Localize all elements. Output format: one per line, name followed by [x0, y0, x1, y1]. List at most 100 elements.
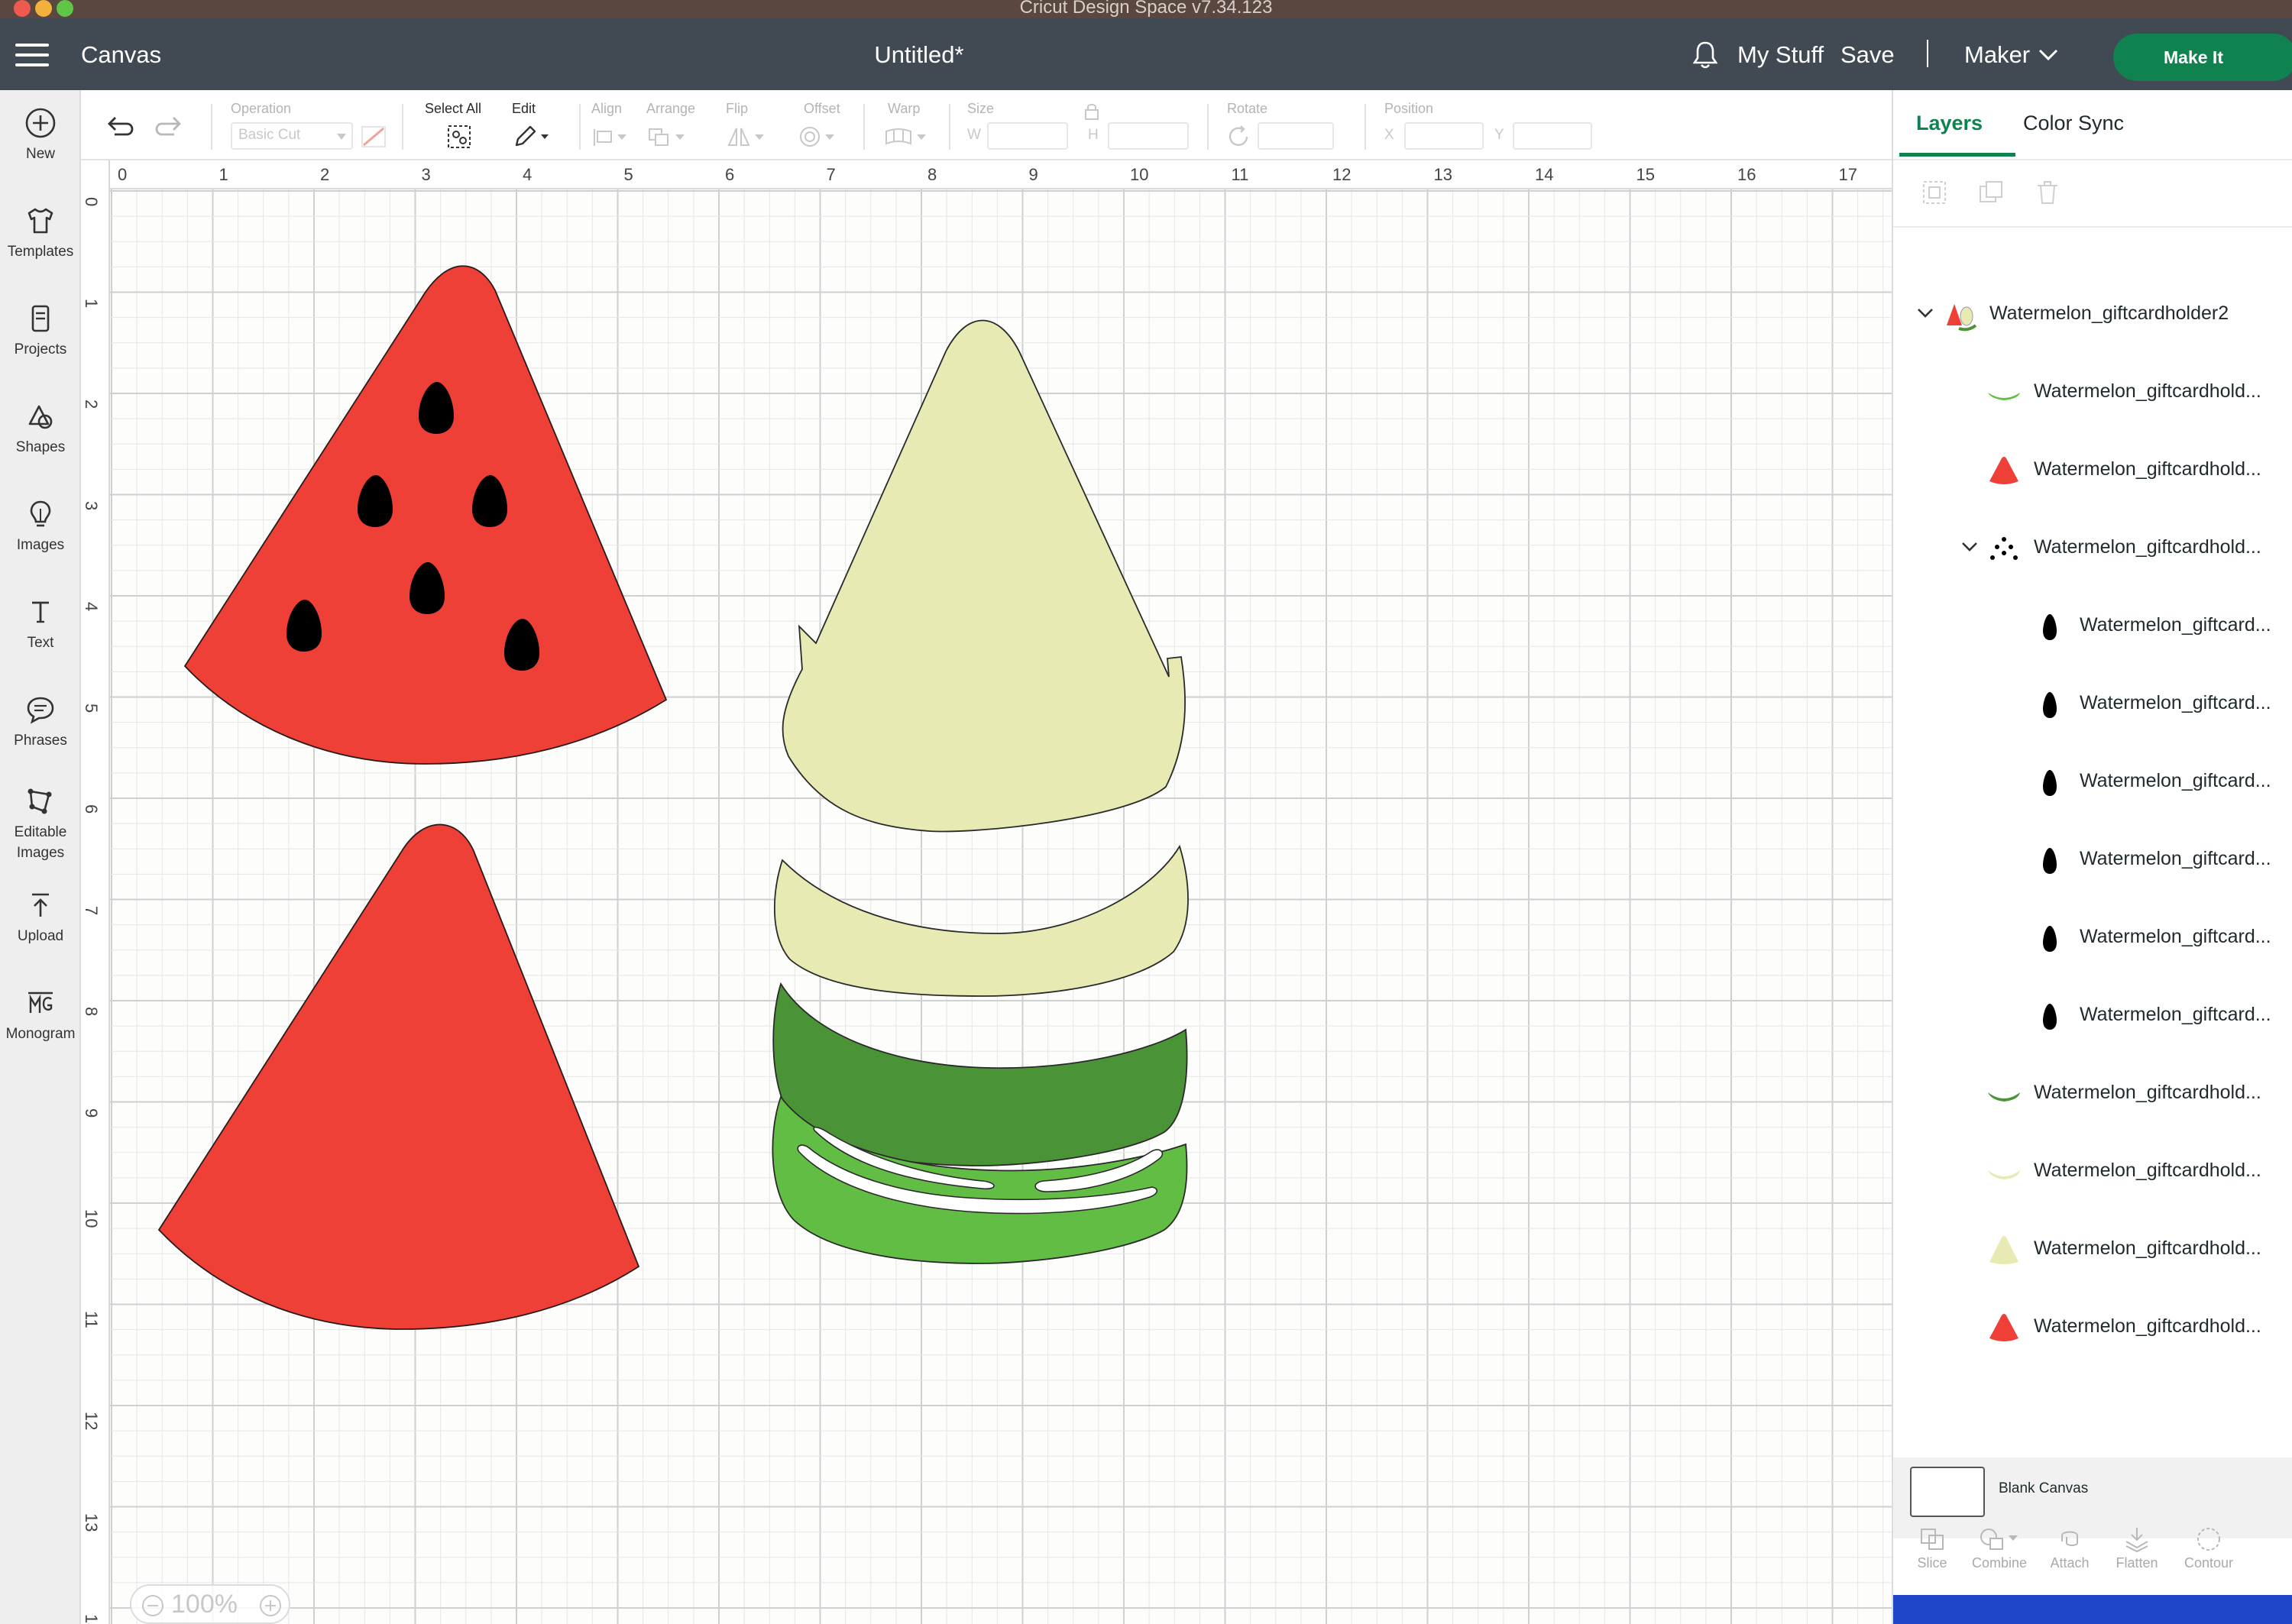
duplicate-icon[interactable] — [1977, 179, 2005, 206]
combine-button[interactable]: Combine — [1965, 1526, 2034, 1571]
contour-button[interactable]: Contour — [2174, 1526, 2243, 1571]
toolbar-separator — [863, 104, 865, 150]
notification-bell-icon[interactable] — [1691, 40, 1720, 70]
ruler-y-label: 5 — [82, 703, 101, 713]
layer-row[interactable]: Watermelon_giftcard... — [1893, 978, 2292, 1056]
layer-row[interactable]: Watermelon_giftcardhold... — [1893, 1134, 2292, 1212]
machine-selector[interactable]: Maker — [1964, 41, 2030, 69]
group-icon[interactable] — [1921, 179, 1948, 206]
layer-name: Watermelon_giftcardholder2 — [1989, 302, 2229, 324]
attach-label: Attach — [2050, 1555, 2090, 1571]
attach-button[interactable]: Attach — [2035, 1526, 2104, 1571]
layer-name: Watermelon_giftcard... — [2080, 926, 2271, 947]
ruler-y-label: 11 — [82, 1310, 101, 1328]
make-it-button[interactable]: Make It — [2113, 34, 2292, 81]
layer-row[interactable]: Watermelon_giftcardholder2 — [1893, 277, 2292, 354]
ruler-x-label: 17 — [1838, 165, 1857, 184]
chevron-down-icon[interactable] — [1960, 541, 1979, 553]
height-input[interactable] — [1108, 122, 1189, 150]
nav-text[interactable]: Text — [0, 596, 81, 653]
nav-monogram[interactable]: Monogram — [0, 987, 81, 1044]
arrange-group[interactable]: Arrange — [646, 90, 707, 160]
zoom-out-icon[interactable] — [141, 1593, 165, 1618]
nav-editable-images[interactable]: Editable Images — [0, 785, 81, 863]
nav-templates[interactable]: Templates — [0, 205, 81, 262]
offset-group[interactable]: Offset — [798, 90, 851, 160]
trash-icon[interactable] — [2034, 179, 2061, 206]
combine-icon — [1980, 1529, 2018, 1550]
nav-images[interactable]: Images — [0, 498, 81, 555]
ruler-x-label: 16 — [1737, 165, 1756, 184]
align-icon — [594, 129, 626, 146]
layer-row[interactable]: Watermelon_giftcardhold... — [1893, 1212, 2292, 1289]
x-position-input[interactable] — [1404, 122, 1484, 150]
nav-shapes[interactable]: Shapes — [0, 400, 81, 458]
layer-row[interactable]: Watermelon_giftcardhold... — [1893, 1056, 2292, 1134]
slice-button[interactable]: Slice — [1898, 1526, 1967, 1571]
cream-rind[interactable] — [774, 844, 1189, 997]
red-slice[interactable] — [157, 823, 640, 1330]
rotate-icon — [1229, 125, 1248, 146]
layer-row[interactable]: Watermelon_giftcardhold... — [1893, 510, 2292, 588]
flip-group[interactable]: Flip — [726, 90, 772, 160]
tab-layers[interactable]: Layers — [1916, 112, 1983, 135]
width-input[interactable] — [987, 122, 1068, 150]
flip-label: Flip — [726, 101, 749, 116]
layer-row[interactable]: Watermelon_giftcard... — [1893, 588, 2292, 666]
rotate-input[interactable] — [1258, 122, 1334, 150]
design-canvas[interactable]: 0 1 2 3 4 5 6 7 8 9 10 11 12 13 14 15 16 17 0 1 2 3 4 5 6 7 8 9 10 1… — [81, 160, 1892, 1624]
arrange-label: Arrange — [646, 101, 696, 116]
red-slice-with-seeds[interactable] — [183, 265, 668, 765]
save-button[interactable]: Save — [1840, 41, 1895, 69]
nav-upload[interactable]: Upload — [0, 889, 81, 946]
select-all-group[interactable]: Select All — [425, 90, 494, 160]
zoom-in-icon[interactable] — [258, 1593, 283, 1618]
warp-group[interactable]: Warp — [883, 90, 937, 160]
nav-editable-images-label-1: Editable — [14, 824, 67, 840]
rotate-group: Rotate — [1227, 90, 1349, 160]
redo-icon[interactable] — [154, 113, 185, 139]
ruler-x-label: 14 — [1535, 165, 1554, 184]
layer-row[interactable]: Watermelon_giftcardhold... — [1893, 1289, 2292, 1367]
seed-thumb — [2043, 614, 2057, 640]
layer-row[interactable]: Watermelon_giftcard... — [1893, 900, 2292, 978]
layer-row[interactable]: Watermelon_giftcardhold... — [1893, 354, 2292, 432]
layer-name: Watermelon_giftcard... — [2080, 848, 2271, 869]
panel-divider — [1893, 226, 2292, 228]
chevron-down-icon[interactable] — [2038, 49, 2058, 61]
layer-row[interactable]: Watermelon_giftcardhold... — [1893, 432, 2292, 510]
undo-icon[interactable] — [104, 113, 134, 139]
layer-row[interactable]: Watermelon_giftcard... — [1893, 666, 2292, 744]
edit-group[interactable]: Edit — [512, 90, 565, 160]
document-title[interactable]: Untitled* — [0, 41, 1838, 69]
chevron-down-icon[interactable] — [1916, 307, 1934, 319]
color-swatch-icon[interactable] — [361, 125, 387, 148]
position-label: Position — [1384, 101, 1434, 116]
align-group[interactable]: Align — [591, 90, 637, 160]
canvas-artwork — [157, 265, 1189, 1330]
y-position-input[interactable] — [1513, 122, 1592, 150]
layer-name: Watermelon_giftcardhold... — [2034, 536, 2261, 558]
canvas-color-swatch[interactable] — [1910, 1467, 1985, 1517]
zoom-control: 100% — [130, 1584, 290, 1624]
ruler-x-label: 12 — [1332, 165, 1352, 184]
tab-color-sync[interactable]: Color Sync — [2023, 112, 2124, 135]
size-label: Size — [967, 101, 995, 116]
layer-row[interactable]: Watermelon_giftcard... — [1893, 822, 2292, 900]
blank-canvas-label: Blank Canvas — [1999, 1480, 2089, 1496]
lock-icon[interactable] — [1083, 102, 1100, 121]
nav-phrases[interactable]: Phrases — [0, 694, 81, 751]
operation-label: Operation — [231, 101, 292, 116]
seed-thumb — [2043, 926, 2057, 952]
ruler-x-label: 10 — [1130, 165, 1149, 184]
nav-projects[interactable]: Projects — [0, 302, 81, 360]
align-label: Align — [591, 101, 623, 116]
ruler-x-label: 9 — [1028, 165, 1038, 184]
flatten-button[interactable]: Flatten — [2103, 1526, 2171, 1571]
cream-slice[interactable] — [782, 319, 1186, 833]
ruler-x-label: 5 — [623, 165, 633, 184]
my-stuff-link[interactable]: My Stuff — [1737, 41, 1824, 69]
nav-new[interactable]: New — [0, 107, 81, 164]
layer-row[interactable]: Watermelon_giftcard... — [1893, 744, 2292, 822]
vertical-ruler: 0 1 2 3 4 5 6 7 8 9 10 11 12 13 14 — [81, 160, 110, 1624]
